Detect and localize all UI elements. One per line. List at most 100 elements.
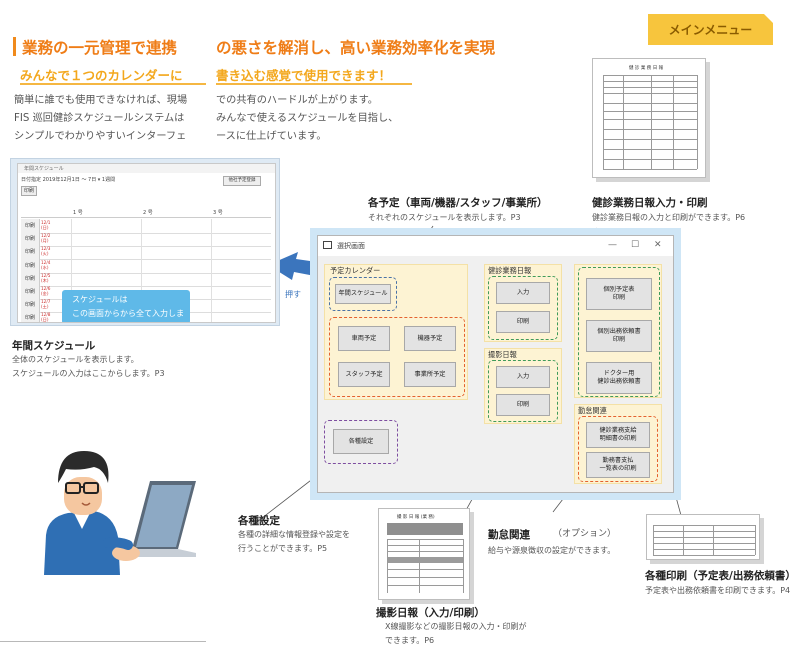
kenshin-print-button[interactable]: 印刷 xyxy=(496,311,550,333)
kintai-shikyu-print-button[interactable]: 健診業務支給 明細書の印刷 xyxy=(586,422,650,448)
doctor-print-button[interactable]: ドクター用 健診出務依頼書 xyxy=(586,362,652,394)
calendar-col-divider xyxy=(141,258,142,273)
settei-desc: 各種の詳細な情報登録や設定を 行うことができます。P5 xyxy=(238,528,350,556)
calendar-tip-line: スケジュールは xyxy=(72,295,128,304)
selection-window-frame: 選択画面 — ☐ ✕ 予定カレンダー 年間スケジュール 車両予定 機器予定 スタ… xyxy=(310,228,681,500)
yotei-calendar-label: 予定カレンダー xyxy=(330,266,381,275)
calendar-col-divider xyxy=(211,219,212,233)
calendar-col-divider xyxy=(71,258,72,273)
insatsu-title: 各種印刷（予定表/出務依頼書） xyxy=(645,570,796,582)
calendar-col-header: 2 号 xyxy=(143,210,153,216)
kakuyotei-highlight: 車両予定 機器予定 スタッフ予定 事業所予定 xyxy=(329,317,465,397)
calendar-col-divider xyxy=(211,271,212,286)
staff-yotei-button[interactable]: スタッフ予定 xyxy=(338,362,390,387)
kenshin-group-label: 健診業務日報 xyxy=(488,266,532,275)
nenkan-schedule-button[interactable]: 年間スケジュール xyxy=(335,284,391,304)
calendar-row-date: 12/8 (日) xyxy=(41,312,51,323)
kakushu-settei-button[interactable]: 各種設定 xyxy=(333,429,389,454)
calendar-toolbar: 日付指定 2019年12月1日 〜 7日 ▾ 1週間 xyxy=(21,177,116,183)
calendar-col-divider xyxy=(211,311,212,322)
calendar-row-print-button[interactable]: 印刷 xyxy=(21,298,40,313)
yoteihyo-print-button[interactable]: 個別予定表 印刷 xyxy=(586,278,652,310)
kenshin-doc-thumbnail: 健 診 業 務 日 報 xyxy=(592,58,706,178)
yotei-calendar-group: 予定カレンダー 年間スケジュール 車両予定 機器予定 スタッフ予定 事業所予定 xyxy=(324,264,468,400)
insatsu-desc: 予定表や出務依頼書を印刷できます。P4 xyxy=(645,586,791,595)
settei-desc-line: 行うことができます。P5 xyxy=(238,544,328,553)
calendar-col-divider xyxy=(141,232,142,247)
kintai-option: （オプション） xyxy=(553,529,617,539)
calendar-row-print-button[interactable]: 印刷 xyxy=(21,219,40,233)
kintai-group-label: 勤怠関連 xyxy=(578,406,607,415)
calendar-column-headers: 1 号 2 号 3 号 xyxy=(21,209,271,218)
satsuei-group: 撮影日報 入力 印刷 xyxy=(484,348,562,424)
calendar-row-print-button[interactable]: 印刷 xyxy=(21,285,40,299)
selection-window-titlebar: 選択画面 — ☐ ✕ xyxy=(318,236,673,256)
calendar-tip: スケジュールは この画面からから全て入力します xyxy=(62,290,190,322)
maximize-icon[interactable]: ☐ xyxy=(631,240,639,250)
close-icon[interactable]: ✕ xyxy=(654,240,662,250)
settei-desc-line: 各種の詳細な情報登録や設定を xyxy=(238,530,350,539)
calendar-row-date: 12/2 (月) xyxy=(41,233,51,244)
person-at-laptop-illustration xyxy=(44,451,196,575)
calendar-col-divider xyxy=(71,271,72,286)
bottom-divider xyxy=(0,641,206,642)
kakuyotei-desc: それぞれのスケジュールを表示します。P3 xyxy=(368,213,521,222)
window-app-icon xyxy=(323,241,332,249)
calendar-col-divider xyxy=(211,285,212,299)
print-group: 個別予定表 印刷 個別出務依頼書 印刷 ドクター用 健診出務依頼書 xyxy=(574,264,662,398)
satsuei-doc-title: 撮 影 日 報 (業 務) xyxy=(397,515,435,520)
calendar-col-divider xyxy=(211,298,212,313)
satsuei-input-button[interactable]: 入力 xyxy=(496,366,550,388)
settei-highlight: 各種設定 xyxy=(324,420,398,464)
print-highlight: 個別予定表 印刷 個別出務依頼書 印刷 ドクター用 健診出務依頼書 xyxy=(578,267,660,397)
calendar-row-print-button[interactable]: 印刷 xyxy=(21,245,40,260)
kintai-ichiran-print-button[interactable]: 勤務書支払 一覧表の印刷 xyxy=(586,452,650,478)
nenkan-desc-line: スケジュールの入力はここからします。P3 xyxy=(12,369,165,378)
satsuei-title: 撮影日報（入力/印刷） xyxy=(376,607,485,619)
calendar-tip-line: この画面からから全て入力します xyxy=(72,309,184,318)
calendar-row-print-button[interactable]: 印刷 xyxy=(21,258,40,273)
calendar-register-button[interactable]: 他社予定登録 xyxy=(223,176,261,186)
calendar-title: 年間スケジュール xyxy=(24,166,64,172)
kiki-yotei-button[interactable]: 機器予定 xyxy=(404,326,456,351)
calendar-row-date: 12/7 (土) xyxy=(41,299,51,310)
calendar-row-date: 12/1 (日) xyxy=(41,220,51,230)
calendar-print-button[interactable]: 印刷 xyxy=(21,186,37,196)
arrow-label: 押す xyxy=(285,290,301,299)
calendar-col-divider xyxy=(71,245,72,260)
nenkan-highlight: 年間スケジュール xyxy=(329,277,397,311)
jigyosho-yotei-button[interactable]: 事業所予定 xyxy=(404,362,456,387)
nenkan-title: 年間スケジュール xyxy=(12,340,96,352)
satsuei-doc-thumbnail: 撮 影 日 報 (業 務) xyxy=(378,508,470,600)
calendar-row-print-button[interactable]: 印刷 xyxy=(21,232,40,247)
satsuei-desc-line: X線撮影などの撮影日報の入力・印刷が xyxy=(385,622,527,631)
calendar-col-divider xyxy=(141,271,142,286)
insatsu-doc-thumbnail xyxy=(646,514,760,560)
calendar-row-date: 12/3 (火) xyxy=(41,246,51,257)
kenshin-title: 健診業務日報入力・印刷 xyxy=(592,197,708,209)
kenshin-highlight: 入力 印刷 xyxy=(488,276,558,340)
kenshin-group: 健診業務日報 入力 印刷 xyxy=(484,264,562,342)
sharyo-yotei-button[interactable]: 車両予定 xyxy=(338,326,390,351)
kenshin-input-button[interactable]: 入力 xyxy=(496,282,550,304)
kintai-desc: 給与や源泉徴収の設定ができます。 xyxy=(488,546,616,555)
minimize-icon[interactable]: — xyxy=(608,240,617,250)
selection-window: 選択画面 — ☐ ✕ 予定カレンダー 年間スケジュール 車両予定 機器予定 スタ… xyxy=(317,235,674,493)
satsuei-highlight: 入力 印刷 xyxy=(488,360,558,422)
shutsumu-print-button[interactable]: 個別出務依頼書 印刷 xyxy=(586,320,652,352)
calendar-row-print-button[interactable]: 印刷 xyxy=(21,271,40,286)
calendar-row-print-button[interactable]: 印刷 xyxy=(21,311,40,322)
settei-title: 各種設定 xyxy=(238,515,280,527)
calendar-col-divider xyxy=(211,245,212,260)
nenkan-desc: 全体のスケジュールを表示します。 スケジュールの入力はここからします。P3 xyxy=(12,353,165,381)
calendar-col-divider xyxy=(211,232,212,247)
kenshin-desc: 健診業務日報の入力と印刷ができます。P6 xyxy=(592,213,746,222)
satsuei-print-button[interactable]: 印刷 xyxy=(496,394,550,416)
calendar-col-header: 1 号 xyxy=(73,210,83,216)
kintai-group: 勤怠関連 健診業務支給 明細書の印刷 勤務書支払 一覧表の印刷 xyxy=(574,404,662,484)
calendar-col-divider xyxy=(141,219,142,233)
calendar-col-header: 3 号 xyxy=(213,210,223,216)
calendar-row-date: 12/4 (水) xyxy=(41,259,51,270)
calendar-screenshot: 年間スケジュール 日付指定 2019年12月1日 〜 7日 ▾ 1週間 印刷 他… xyxy=(10,158,280,326)
calendar-row-date: 12/5 (木) xyxy=(41,272,51,283)
